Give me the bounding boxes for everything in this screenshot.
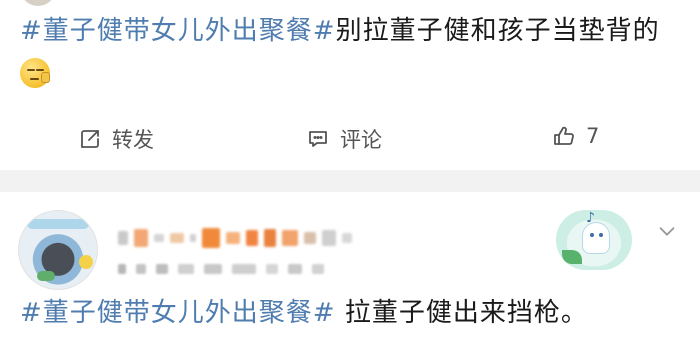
comment-topic-link[interactable]: #董子健带女儿外出聚餐# [20,298,336,328]
post-separator [0,170,700,192]
chevron-down-icon[interactable] [656,220,678,242]
username-redacted[interactable] [118,226,352,250]
post-card: #董子健带女儿外出聚餐#别拉董子健和孩子当垫背的 转发 评论 7 [0,0,700,170]
action-bar: 转发 评论 7 [0,116,700,162]
user-avatar[interactable] [18,210,98,290]
post-body: 别拉董子健和孩子当垫背的 [335,16,660,46]
comment-text: #董子健带女儿外出聚餐# 拉董子健出来挡枪。 [20,296,680,330]
comment-label: 评论 [340,128,382,152]
repost-button[interactable]: 转发 [78,124,154,154]
meta-redacted [118,262,324,276]
shy-face-emoji-icon [20,58,50,88]
comment-icon [309,131,327,147]
thumbs-up-icon [554,126,574,145]
topic-link[interactable]: #董子健带女儿外出聚餐# [20,16,336,46]
comment-card: ♪ #董子健带女儿外出聚餐# 拉董子健出来挡枪。 [0,192,700,357]
comment-body: 拉董子健出来挡枪。 [335,298,588,328]
ghost-sticker-badge-icon[interactable]: ♪ [556,210,632,270]
like-button[interactable]: 7 [552,124,599,148]
like-count: 7 [586,124,600,148]
repost-icon [81,130,99,148]
repost-label: 转发 [112,128,154,152]
avatar-partial[interactable] [20,0,56,6]
post-text: #董子健带女儿外出聚餐#别拉董子健和孩子当垫背的 [20,14,680,48]
comment-button[interactable]: 评论 [306,124,382,154]
